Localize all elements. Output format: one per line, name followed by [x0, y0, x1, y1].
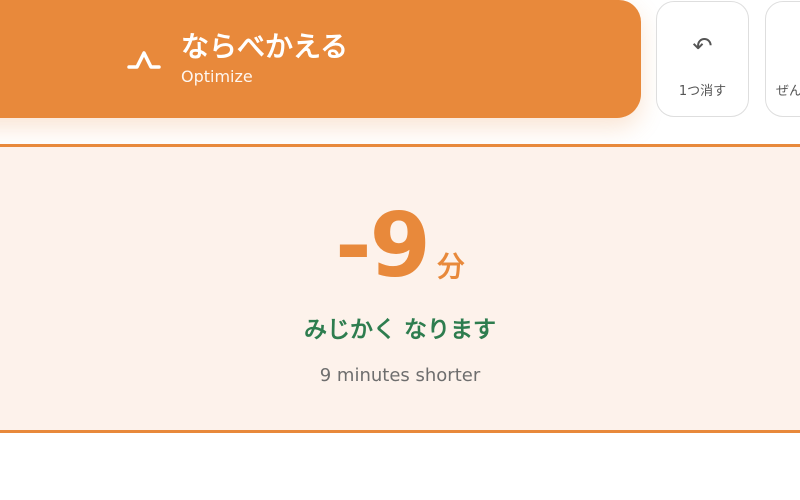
- result-message-english: 9 minutes shorter: [319, 365, 481, 386]
- app-screen: ならべかえる Optimize ↶ 1つ消す ぜん -9 分 みじかく なります …: [0, 0, 800, 500]
- time-delta-value: -9: [335, 194, 431, 297]
- optimize-button[interactable]: ならべかえる Optimize: [0, 0, 641, 118]
- time-delta: -9 分: [0, 191, 800, 301]
- result-message-japanese: みじかく なります: [303, 317, 496, 343]
- optimize-subtitle: Optimize: [181, 67, 253, 86]
- undo-icon: ↶: [692, 32, 713, 60]
- reset-button[interactable]: ぜん: [765, 1, 800, 117]
- route-peak-icon: [127, 51, 161, 69]
- result-panel: -9 分 みじかく なります 9 minutes shorter: [0, 144, 800, 433]
- time-delta-unit: 分: [436, 250, 465, 283]
- reset-label: ぜん: [776, 84, 800, 99]
- undo-button[interactable]: ↶ 1つ消す: [656, 1, 749, 117]
- optimize-title: ならべかえる: [181, 30, 349, 63]
- undo-label: 1つ消す: [678, 84, 727, 99]
